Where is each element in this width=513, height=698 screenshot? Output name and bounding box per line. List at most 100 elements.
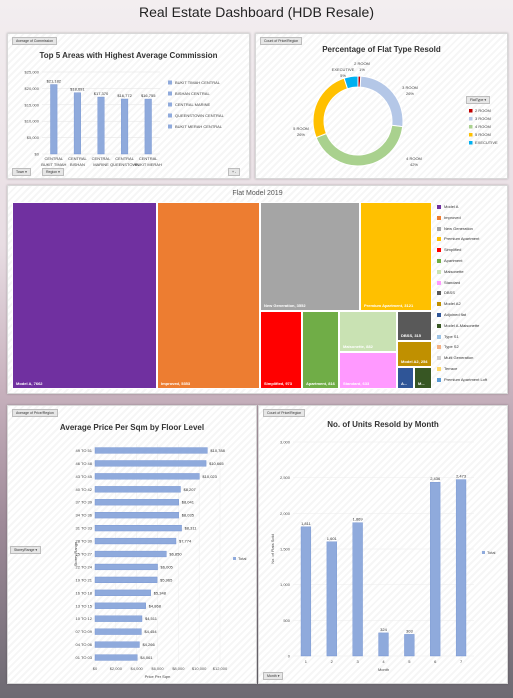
treemap-tile[interactable]: Improved, 5353: [157, 202, 260, 389]
data-label: $5,965: [160, 577, 173, 582]
y-tick-label: 34 TO 36: [75, 513, 92, 518]
zoom-buttons[interactable]: + -: [228, 168, 241, 176]
legend-label: Premium Apartment: [444, 236, 480, 242]
treemap-tile-label: Maisonette, 882: [343, 344, 373, 349]
legend-item: Premium Apartment: [437, 236, 479, 241]
price-sqm-filter[interactable]: StoreyRange ▾: [10, 546, 42, 554]
legend-swatch: [437, 258, 441, 263]
legend-swatch: [469, 109, 473, 113]
slice-label: EXECUTIVE: [332, 67, 355, 72]
legend-swatch: [437, 345, 441, 350]
top5-filter-region[interactable]: Region ▾: [42, 168, 64, 176]
y-tick-label: 04 TO 06: [75, 642, 92, 647]
flat-type-panel: Count of Price/Region Percentage of Flat…: [255, 33, 508, 179]
data-label: $10,665: [209, 461, 224, 466]
treemap-tile[interactable]: Simplified, 973: [260, 311, 302, 389]
legend-swatch: [437, 269, 441, 274]
units-month-panel: Count of Price/Region No. of Units Resol…: [258, 405, 508, 684]
treemap-tile[interactable]: Maisonette, 882: [339, 311, 397, 352]
legend-label: Improved: [444, 214, 461, 220]
treemap-tile[interactable]: Apartment, 816: [302, 311, 339, 389]
bar: [94, 641, 140, 648]
x-tick-label: $4,000: [131, 666, 144, 671]
bar: [94, 473, 200, 480]
legend-item: Maisonette: [437, 269, 464, 274]
legend-item: Type S2: [437, 344, 459, 349]
legend-label: 2 ROOM: [475, 108, 491, 113]
y-tick-label: $15,000: [25, 102, 40, 107]
legend-item: New Generation: [437, 226, 473, 231]
y-tick-label: 28 TO 30: [75, 539, 92, 544]
legend-item: Adjoined flat: [437, 312, 466, 317]
treemap-tile[interactable]: Standard, 633: [339, 352, 397, 389]
top5-filter-town[interactable]: Town ▾: [12, 168, 31, 176]
bar: [97, 96, 105, 155]
y-tick-label: 16 TO 18: [75, 590, 92, 595]
data-label: $8,311: [185, 526, 198, 531]
legend-swatch: [437, 302, 441, 307]
data-label: 1,811: [301, 521, 311, 526]
data-label: 324: [380, 627, 387, 632]
treemap-tile[interactable]: Model A2, 254: [397, 341, 432, 367]
bar: [94, 525, 182, 532]
treemap-tile[interactable]: M...: [414, 367, 432, 389]
flat-model-panel: Flat Model 2019 Model A, 7662 Improved, 5…: [7, 185, 508, 394]
legend-swatch: [168, 102, 172, 107]
legend-label: Standard: [444, 279, 461, 285]
slice-label: 3 ROOM: [402, 85, 418, 90]
x-tick-label: $10,000: [192, 666, 207, 671]
bar: [378, 632, 389, 657]
data-label: $16,772: [117, 93, 132, 98]
filter-icon: ▾: [484, 98, 487, 102]
treemap-tile[interactable]: Premium Apartment, 3121: [360, 202, 432, 311]
slice-label: 5 ROOM: [293, 126, 309, 131]
y-tick-label: 07 TO 09: [75, 629, 92, 634]
slice-label: 26%: [406, 91, 414, 96]
pie-slice: [312, 77, 349, 139]
legend-label: Model A-Maisonette: [444, 322, 480, 328]
y-tick-label: 43 TO 45: [75, 474, 92, 479]
bar: [94, 537, 177, 545]
legend-label: BUKIT MERAH CENTRAL: [175, 124, 223, 129]
treemap-tile-label: New Generation, 3552: [264, 303, 306, 308]
y-tick-label: $10,000: [25, 119, 40, 124]
units-month-filter[interactable]: Month ▾: [263, 672, 284, 680]
y-tick-label: 3,000: [280, 440, 291, 445]
flat-type-legend-filter[interactable]: FlatType ▾: [466, 96, 491, 104]
treemap-tile[interactable]: DBSS, 315: [397, 311, 432, 341]
data-label: 303: [406, 628, 413, 633]
treemap-tile-label: Standard, 633: [343, 381, 370, 386]
flat-type-chart: 2 ROOM1%3 ROOM26%4 ROOM42%5 ROOM26%EXECU…: [293, 61, 498, 167]
bar: [144, 98, 152, 155]
data-label: $21,182: [47, 79, 62, 84]
legend-item: Model A2: [437, 301, 461, 306]
legend-swatch: [482, 551, 485, 554]
data-label: $4,868: [149, 603, 162, 608]
x-tick-label: BISHAN: [70, 162, 85, 167]
legend-label: BISHAN CENTRAL: [175, 91, 210, 96]
data-label: 1,869: [353, 517, 364, 522]
y-tick-label: 01 TO 03: [75, 655, 92, 660]
x-tick-label: CENTRAL: [68, 156, 87, 161]
legend-label: Model A: [444, 204, 459, 209]
x-tick-label: 3: [357, 659, 360, 664]
price-sqm-panel: Average of Price/Region Average Price Pe…: [7, 405, 257, 684]
y-axis-label: No. of Flats Sold: [270, 534, 275, 564]
bar: [94, 550, 167, 558]
treemap-tile-label: Model A, 7662: [16, 381, 43, 386]
legend-swatch: [168, 124, 172, 129]
legend-label: Terrace: [444, 366, 458, 371]
legend-swatch: [469, 141, 473, 145]
treemap-tile[interactable]: Model A, 7662: [12, 202, 157, 389]
y-tick-label: $0: [35, 152, 40, 157]
treemap-tile[interactable]: New Generation, 3552: [260, 202, 360, 311]
y-tick-label: $5,000: [27, 135, 40, 140]
legend-item: Type S1: [437, 334, 459, 339]
legend-swatch: [469, 117, 473, 121]
treemap-tile-label: Model A2, 254: [401, 359, 428, 364]
slice-label: 2 ROOM: [354, 61, 370, 66]
y-tick-label: $25,000: [25, 70, 40, 75]
y-tick-label: 500: [283, 618, 290, 623]
treemap-tile[interactable]: A...: [397, 367, 414, 389]
treemap-tile-label: Premium Apartment, 3121: [364, 303, 414, 308]
